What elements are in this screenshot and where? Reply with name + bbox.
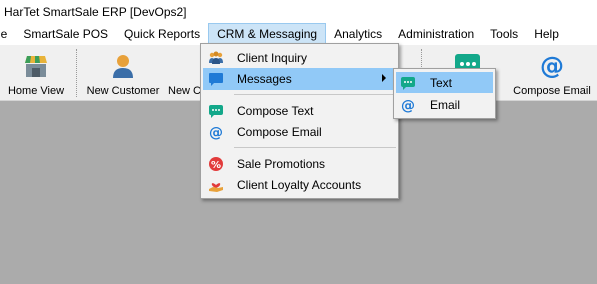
svg-text:%: % [211, 160, 221, 171]
compose-email-toolbar-button[interactable]: @ Compose Email [513, 45, 591, 101]
messages-item[interactable]: Messages [203, 68, 396, 90]
client-inquiry-label: Client Inquiry [237, 51, 308, 65]
at-sign-icon: @ [208, 124, 224, 140]
compose-text-item[interactable]: Compose Text [203, 100, 396, 122]
svg-text:@: @ [540, 53, 564, 79]
menu-separator [234, 147, 396, 148]
menu-tools[interactable]: Tools [482, 23, 526, 45]
new-customer-button[interactable]: New Customer [86, 45, 160, 101]
messages-submenu: Text @ Email [393, 68, 496, 119]
menu-administration[interactable]: Administration [390, 23, 482, 45]
compose-text-label: Compose Text [237, 104, 314, 118]
client-inquiry-item[interactable]: Client Inquiry [203, 47, 396, 69]
menu-bar: le SmartSale POS Quick Reports CRM & Mes… [0, 23, 597, 45]
submenu-text-item[interactable]: Text [396, 72, 493, 93]
new-c-button[interactable]: New C [168, 45, 211, 101]
home-view-button[interactable]: Home View [6, 45, 66, 101]
submenu-email-item[interactable]: @ Email [396, 94, 493, 115]
client-loyalty-item[interactable]: Client Loyalty Accounts [203, 174, 396, 196]
new-c-label: New C [168, 85, 202, 97]
client-loyalty-label: Client Loyalty Accounts [237, 178, 362, 192]
compose-email-item[interactable]: @ Compose Email [203, 121, 396, 143]
home-view-label: Home View [7, 85, 65, 97]
title-bar: HarTet SmartSale ERP [DevOps2] [0, 0, 597, 23]
menu-quick-reports[interactable]: Quick Reports [116, 23, 208, 45]
crm-messaging-dropdown: Client Inquiry Messages Compose Text @ C… [200, 43, 399, 199]
submenu-arrow-icon [382, 74, 386, 82]
svg-text:@: @ [401, 98, 415, 113]
compose-email-label: Compose Email [237, 125, 322, 139]
group-icon [208, 50, 224, 66]
toolbar-divider [76, 49, 77, 97]
menu-smartsale-pos[interactable]: SmartSale POS [15, 23, 116, 45]
at-sign-icon: @ [400, 97, 416, 113]
submenu-text-label: Text [430, 75, 453, 90]
compose-email-toolbar-label: Compose Email [513, 85, 591, 97]
chat-bubble-icon [208, 103, 224, 119]
percent-badge-icon: % [208, 156, 224, 172]
new-customer-label: New Customer [86, 85, 160, 97]
svg-text:@: @ [209, 125, 223, 140]
at-sign-icon: @ [538, 52, 566, 80]
messages-label: Messages [237, 72, 292, 86]
chat-bubble-icon [400, 75, 416, 91]
menu-file[interactable]: le [0, 23, 15, 45]
window-title: HarTet SmartSale ERP [DevOps2] [4, 4, 187, 19]
sale-promotions-item[interactable]: % Sale Promotions [203, 153, 396, 175]
store-icon [22, 52, 50, 80]
menu-crm-messaging[interactable]: CRM & Messaging [208, 23, 327, 45]
menu-separator [234, 94, 396, 95]
heart-hand-icon [208, 177, 224, 193]
menu-help[interactable]: Help [526, 23, 567, 45]
person-icon [109, 52, 137, 80]
message-icon [208, 71, 224, 87]
submenu-email-label: Email [430, 97, 461, 112]
sale-promotions-label: Sale Promotions [237, 157, 326, 171]
menu-analytics[interactable]: Analytics [326, 23, 390, 45]
